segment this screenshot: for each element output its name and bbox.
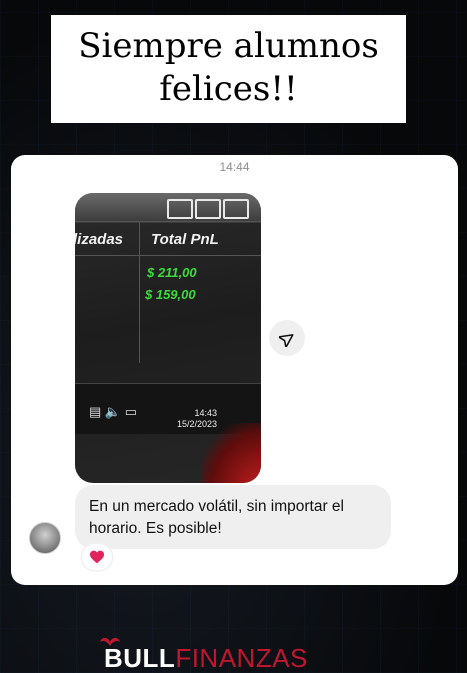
headline-line-1: Siempre alumnos [78, 26, 379, 66]
shared-photo[interactable]: lizadas Total PnL $ 211,00 $ 159,00 ▤ 🔈 … [75, 193, 261, 483]
photo-column-left: lizadas [75, 231, 124, 248]
grid-line [75, 221, 261, 222]
window-button [223, 199, 249, 219]
message-bubble[interactable]: En un mercado volátil, sin importar el h… [75, 485, 391, 549]
taskbar-time: 14:43 [194, 408, 217, 418]
pnl-value-1: $ 211,00 [147, 265, 197, 280]
photo-column-total-pnl: Total PnL [151, 231, 219, 248]
grid-line [75, 255, 261, 256]
message-timestamp: 14:44 [219, 160, 250, 174]
heart-icon [90, 550, 104, 564]
chat-card: 14:44 lizadas Total PnL $ 211,00 $ 159,0… [11, 155, 458, 585]
bullfinanzas-logo: BULLFINANZAS [100, 637, 308, 673]
red-glow [201, 423, 261, 483]
column-divider [139, 221, 140, 363]
window-button [167, 199, 193, 219]
headline-line-2: felices!! [159, 69, 298, 109]
taskbar-icons: ▤ 🔈 ▭ [89, 404, 137, 419]
heart-reaction[interactable] [82, 544, 112, 570]
share-button[interactable] [269, 320, 305, 356]
sender-avatar[interactable] [29, 522, 61, 554]
brand-finanzas: FINANZAS [175, 643, 308, 673]
photo-window-chrome [75, 193, 261, 223]
pnl-value-2: $ 159,00 [145, 287, 196, 302]
headline-banner: Siempre alumnos felices!! [51, 15, 406, 123]
bull-horns-icon [100, 637, 120, 646]
window-button [195, 199, 221, 219]
send-icon [278, 333, 294, 347]
